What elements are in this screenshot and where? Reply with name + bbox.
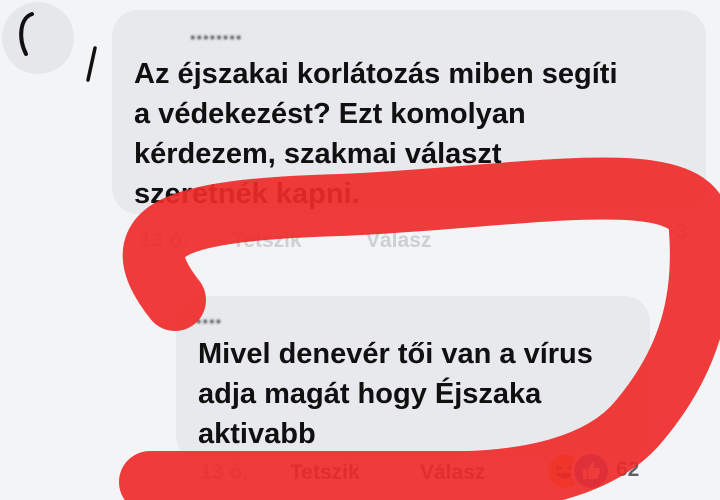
comment-text-line: szeretnék kapni. bbox=[134, 178, 360, 210]
comment-text-line: aktivabb bbox=[198, 418, 316, 450]
like-link-1[interactable]: Tetszik bbox=[232, 229, 302, 253]
commenter-avatar[interactable] bbox=[2, 2, 74, 74]
reaction-count-2: 62 bbox=[616, 458, 640, 481]
comment-author-2[interactable]: .... bbox=[196, 306, 222, 329]
comment-time-2[interactable]: 13 ó. bbox=[200, 461, 248, 485]
reactions-summary[interactable]: 62 bbox=[548, 452, 652, 492]
comment-author-1[interactable]: ........ bbox=[190, 22, 242, 45]
comment-text-1: Az éjszakai korlátozás miben segíti a vé… bbox=[134, 54, 694, 214]
avatar-edge-mark bbox=[86, 46, 97, 82]
comment-text-line: Mivel denevér tői van a vírus bbox=[198, 338, 593, 370]
comment-time-1[interactable]: 13 ó. bbox=[140, 229, 188, 253]
comment-text-line: Az éjszakai korlátozás miben segíti bbox=[134, 58, 618, 90]
reaction-count-1[interactable]: 3 bbox=[676, 220, 688, 244]
like-link-2[interactable]: Tetszik bbox=[290, 461, 360, 485]
comment-text-2: Mivel denevér tői van a vírus adja magát… bbox=[198, 334, 628, 454]
comment-text-line: kérdezem, szakmai választ bbox=[134, 138, 502, 170]
reply-link-1[interactable]: Válasz bbox=[366, 229, 431, 253]
comment-bubble-1: ........ Az éjszakai korlátozás miben se… bbox=[112, 10, 706, 214]
reply-link-2[interactable]: Válasz bbox=[420, 461, 485, 485]
avatar-squiggle-icon bbox=[19, 12, 34, 56]
like-icon bbox=[574, 454, 608, 488]
comment-bubble-2: .... Mivel denevér tői van a vírus adja … bbox=[176, 296, 650, 462]
comment-text-line: adja magát hogy Éjszaka bbox=[198, 378, 542, 410]
comment-text-line: a védekezést? Ezt komolyan bbox=[134, 98, 526, 130]
